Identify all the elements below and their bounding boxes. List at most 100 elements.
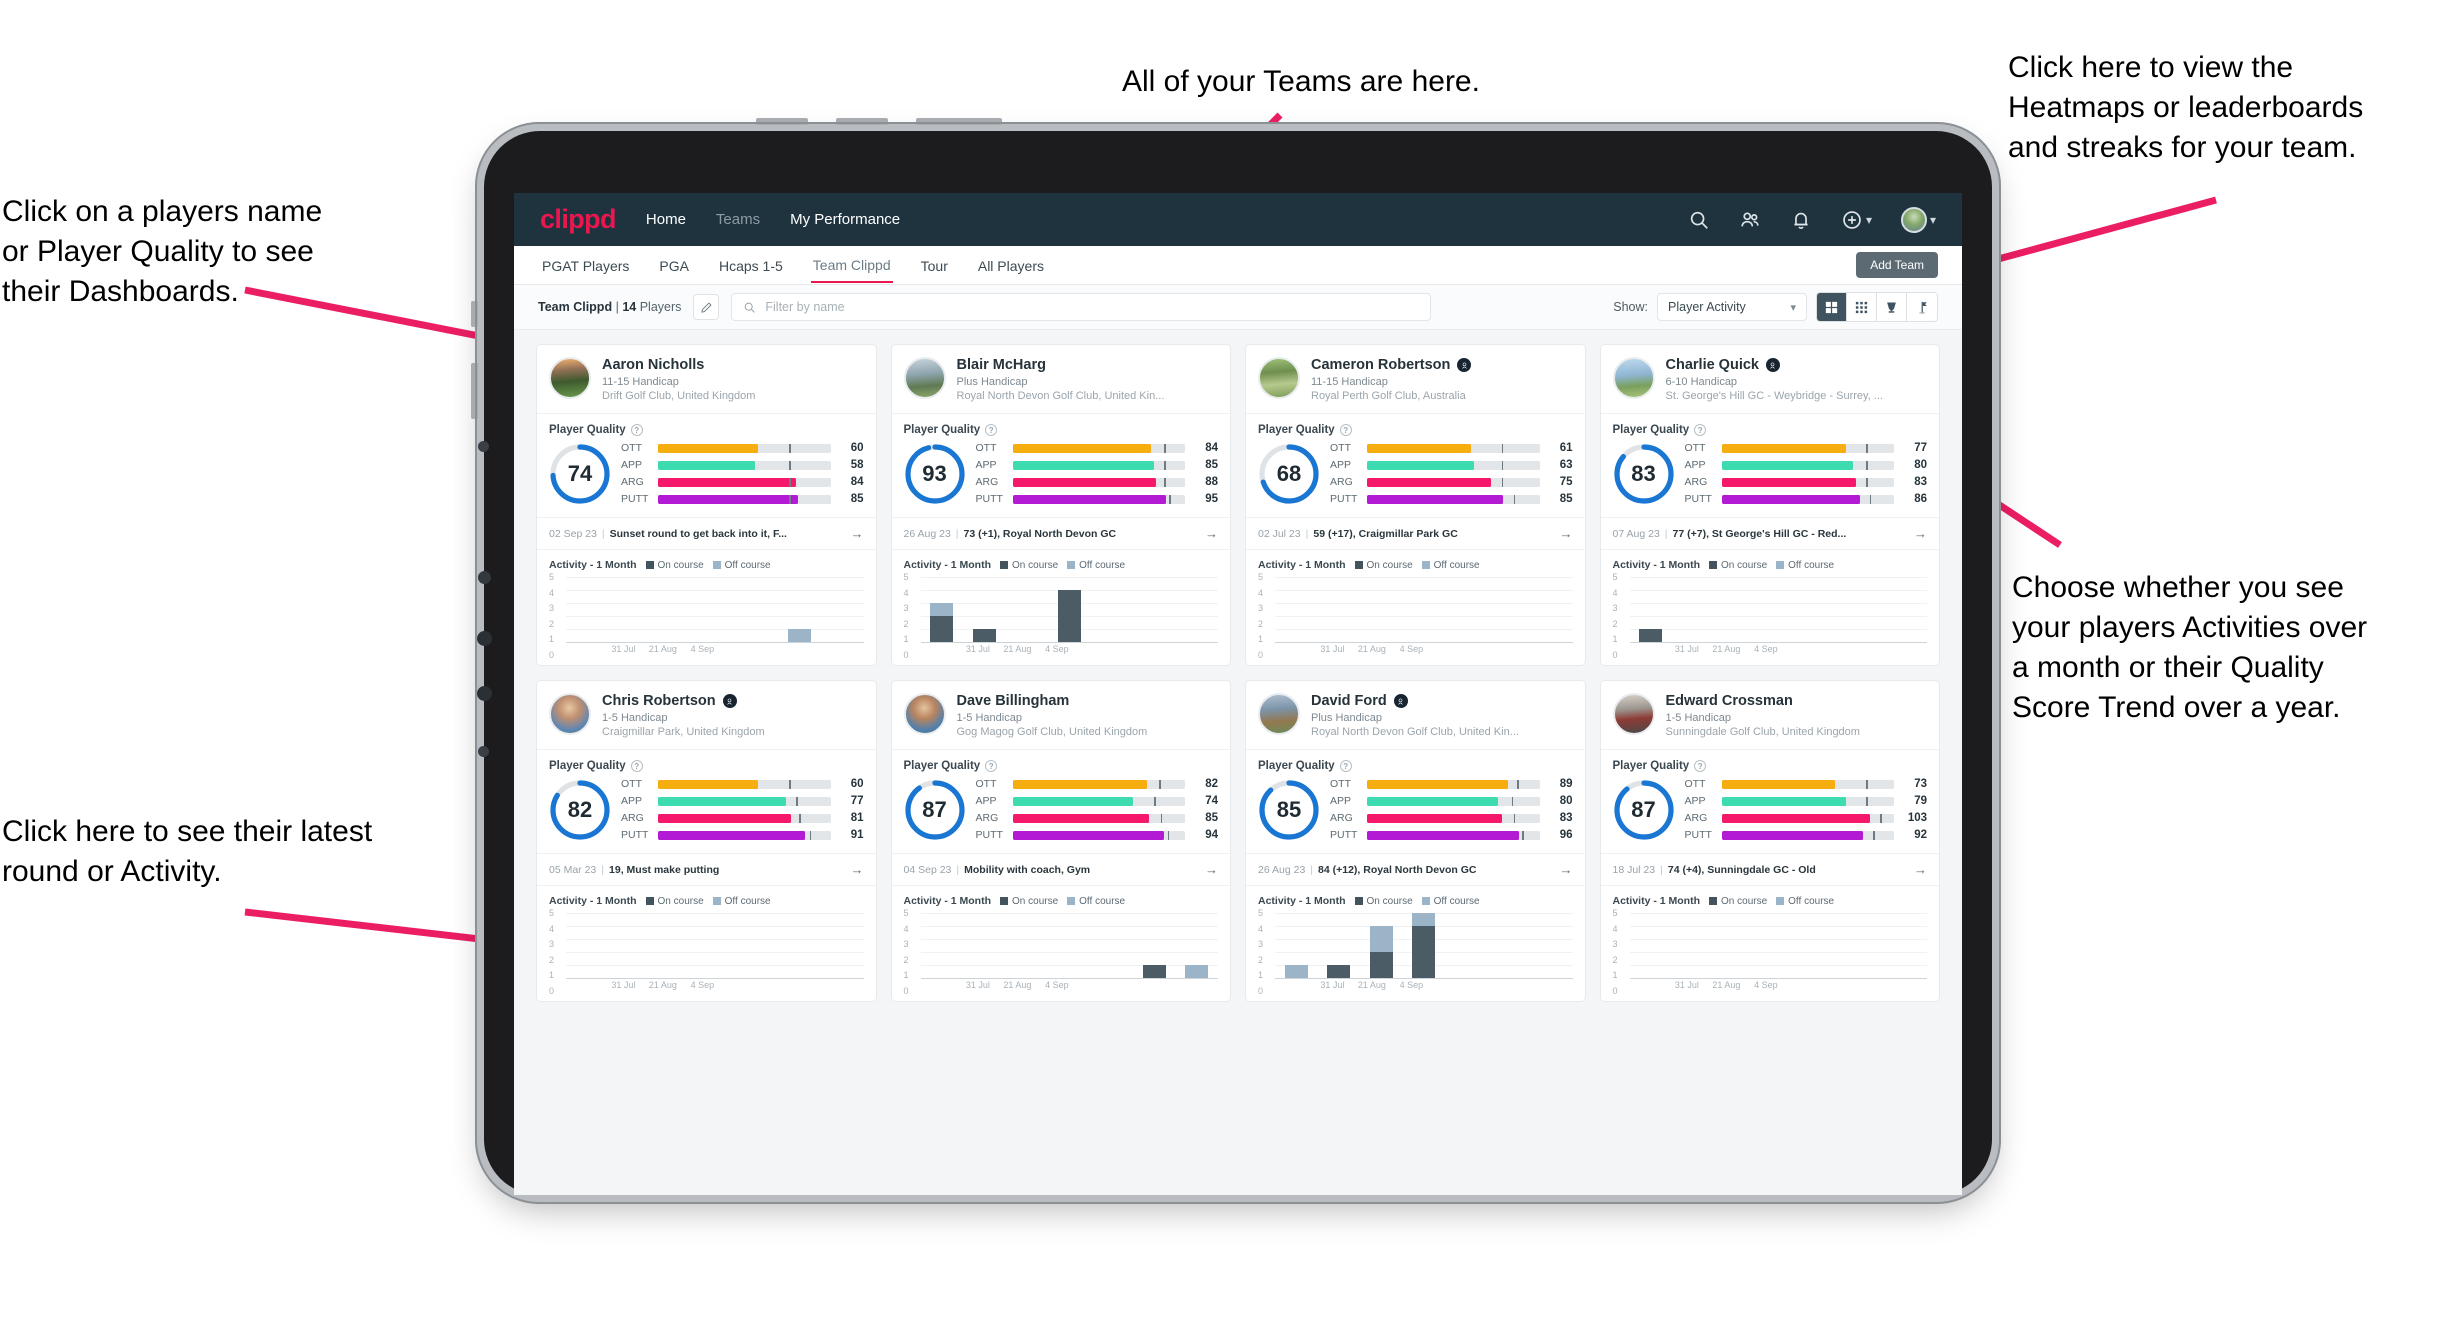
bar-on-course (1057, 590, 1081, 642)
player-quality-section[interactable]: Player Quality ? (1601, 414, 1940, 436)
player-name[interactable]: Aaron Nicholls (602, 357, 704, 373)
latest-activity-row[interactable]: 18 Jul 23 | 74 (+4), Sunningdale GC - Ol… (1600, 853, 1939, 885)
search-input[interactable]: Filter by name (731, 293, 1432, 321)
metric-bar (1721, 460, 1894, 470)
player-quality-section[interactable]: Player Quality ? (892, 414, 1231, 436)
arrow-right-icon[interactable]: → (851, 862, 864, 877)
player-handicap: Plus Handicap (1311, 712, 1382, 724)
player-card[interactable]: Blair McHarg Plus Handicap Royal North D… (890, 344, 1231, 666)
avatar[interactable] (1612, 693, 1655, 735)
avatar[interactable] (903, 357, 946, 399)
help-icon[interactable]: ? (1694, 760, 1707, 772)
grid-large-icon[interactable] (1817, 293, 1847, 321)
player-card[interactable]: Edward Crossman 1-5 Handicap Sunningdale… (1599, 680, 1940, 1002)
player-card[interactable]: Cameron Robertson 11-15 Handicap Royal P… (1245, 344, 1586, 666)
bell-icon[interactable] (1790, 209, 1812, 231)
latest-activity-row[interactable]: 02 Jul 23 | 59 (+17), Craigmillar Park G… (1246, 517, 1585, 549)
player-quality-section[interactable]: Player Quality ? (537, 750, 876, 772)
chart-slot (651, 577, 694, 642)
latest-activity-row[interactable]: 26 Aug 23 | 73 (+1), Royal North Devon G… (891, 517, 1230, 549)
latest-activity-row[interactable]: 26 Aug 23 | 84 (+12), Royal North Devon … (1246, 853, 1585, 885)
tab-pga[interactable]: PGA (657, 249, 691, 282)
player-quality-section[interactable]: Player Quality ? (1601, 750, 1940, 772)
activity-chart-title: Activity - 1 Month (1258, 895, 1346, 907)
player-name[interactable]: Cameron Robertson (1311, 357, 1450, 373)
metric-row: ARG 84 (621, 476, 864, 488)
flag-icon[interactable] (1907, 293, 1937, 321)
help-icon[interactable]: ? (630, 424, 643, 436)
tab-pgat-players[interactable]: PGAT Players (540, 249, 631, 282)
player-card[interactable]: Dave Billingham 1-5 Handicap Gog Magog G… (890, 680, 1231, 1002)
add-team-button[interactable]: Add Team (1856, 252, 1938, 278)
latest-activity-row[interactable]: 05 Mar 23 | 19, Must make putting → (537, 853, 876, 885)
player-quality-section[interactable]: Player Quality ? (892, 750, 1231, 772)
latest-activity-row[interactable]: 04 Sep 23 | Mobility with coach, Gym → (891, 853, 1230, 885)
metric-key: OTT (621, 778, 642, 790)
player-name[interactable]: Blair McHarg (957, 357, 1046, 373)
player-header[interactable]: Charlie Quick 6-10 Handicap St. George's… (1600, 345, 1939, 414)
tab-team-clippd[interactable]: Team Clippd (810, 248, 893, 283)
avatar[interactable] (549, 357, 591, 399)
search-icon[interactable] (1688, 209, 1710, 231)
chevron-down-icon: ▾ (1929, 212, 1936, 227)
help-icon[interactable]: ? (1339, 760, 1352, 772)
help-icon[interactable]: ? (985, 424, 998, 436)
avatar[interactable] (1612, 357, 1655, 399)
arrow-right-icon[interactable]: → (1560, 526, 1573, 541)
add-menu[interactable]: ▾ (1841, 209, 1872, 231)
player-quality-section[interactable]: Player Quality ? (537, 414, 876, 436)
avatar[interactable] (1258, 357, 1300, 399)
nav-item-home[interactable]: Home (646, 211, 686, 228)
clippd-logo[interactable]: clippd (540, 204, 617, 235)
show-select[interactable]: Player Activity ▾ (1657, 293, 1807, 321)
help-icon[interactable]: ? (1339, 424, 1352, 436)
user-menu[interactable]: ▾ (1900, 206, 1936, 233)
player-quality-section[interactable]: Player Quality ? (1246, 750, 1585, 772)
tab-all-players[interactable]: All Players (976, 249, 1046, 282)
nav-item-my-performance[interactable]: My Performance (790, 211, 900, 228)
edit-team-button[interactable] (693, 294, 720, 320)
avatar[interactable] (1900, 206, 1927, 233)
tab-tour[interactable]: Tour (919, 249, 950, 282)
player-header[interactable]: Blair McHarg Plus Handicap Royal North D… (891, 345, 1230, 414)
arrow-right-icon[interactable]: → (1205, 526, 1218, 541)
help-icon[interactable]: ? (985, 760, 998, 772)
player-card[interactable]: Aaron Nicholls 11-15 Handicap Drift Golf… (536, 344, 877, 666)
player-header[interactable]: David Ford Plus Handicap Royal North Dev… (1246, 681, 1585, 750)
grid-small-icon[interactable] (1847, 293, 1877, 321)
people-icon[interactable] (1739, 209, 1761, 231)
player-header[interactable]: Edward Crossman 1-5 Handicap Sunningdale… (1600, 681, 1939, 750)
latest-separator: | (601, 863, 605, 876)
player-name[interactable]: Dave Billingham (957, 693, 1070, 709)
arrow-right-icon[interactable]: → (1914, 862, 1927, 877)
player-card[interactable]: David Ford Plus Handicap Royal North Dev… (1245, 680, 1586, 1002)
player-header[interactable]: Cameron Robertson 11-15 Handicap Royal P… (1246, 345, 1585, 414)
arrow-right-icon[interactable]: → (1914, 526, 1927, 541)
player-quality-section[interactable]: Player Quality ? (1246, 414, 1585, 436)
player-name[interactable]: David Ford (1311, 693, 1387, 709)
arrow-right-icon[interactable]: → (1560, 862, 1573, 877)
player-name[interactable]: Charlie Quick (1666, 357, 1759, 373)
pencil-icon (701, 301, 712, 313)
nav-item-teams[interactable]: Teams (716, 211, 760, 228)
help-icon[interactable]: ? (630, 760, 643, 772)
avatar[interactable] (549, 693, 591, 735)
help-icon[interactable]: ? (1694, 424, 1707, 436)
player-name[interactable]: Edward Crossman (1666, 693, 1793, 709)
arrow-right-icon[interactable]: → (851, 526, 864, 541)
player-name[interactable]: Chris Robertson (602, 693, 716, 709)
player-header[interactable]: Chris Robertson 1-5 Handicap Craigmillar… (537, 681, 876, 750)
avatar[interactable] (1258, 693, 1300, 735)
player-card[interactable]: Chris Robertson 1-5 Handicap Craigmillar… (536, 680, 877, 1002)
plus-circle-icon[interactable] (1841, 209, 1863, 231)
tab-hcaps-1-5[interactable]: Hcaps 1-5 (717, 249, 785, 282)
player-card[interactable]: Charlie Quick 6-10 Handicap St. George's… (1599, 344, 1940, 666)
device-port-1 (478, 441, 489, 452)
avatar[interactable] (903, 693, 946, 735)
player-header[interactable]: Dave Billingham 1-5 Handicap Gog Magog G… (891, 681, 1230, 750)
latest-activity-row[interactable]: 07 Aug 23 | 77 (+7), St George's Hill GC… (1600, 517, 1939, 549)
player-header[interactable]: Aaron Nicholls 11-15 Handicap Drift Golf… (537, 345, 876, 414)
arrow-right-icon[interactable]: → (1205, 862, 1218, 877)
latest-activity-row[interactable]: 02 Sep 23 | Sunset round to get back int… (537, 517, 876, 549)
trophy-icon[interactable] (1877, 293, 1907, 321)
